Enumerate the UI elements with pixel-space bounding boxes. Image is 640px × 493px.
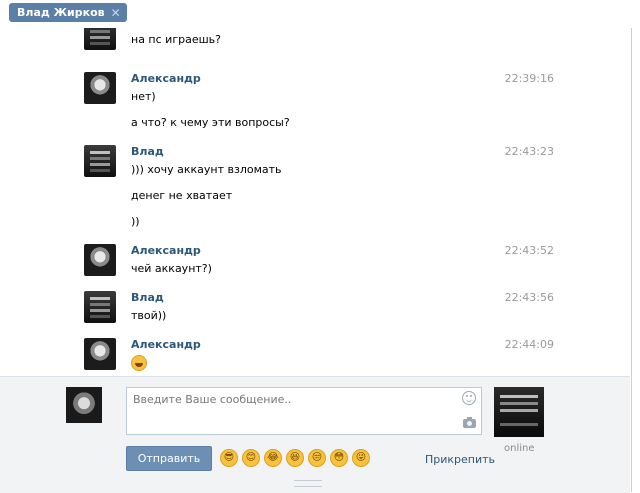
- emoji-cool-icon[interactable]: 😎: [220, 449, 238, 467]
- message: Влад 22:43:56 твой)): [84, 291, 554, 327]
- message-author[interactable]: Александр: [131, 72, 201, 85]
- emoji-wink-tongue-icon[interactable]: 😜: [352, 449, 370, 467]
- message-time: 22:43:52: [504, 244, 554, 257]
- message-input[interactable]: Введите Ваше сообщение..: [126, 387, 482, 435]
- message-text: денег не хватает: [131, 189, 233, 202]
- my-avatar[interactable]: [66, 387, 102, 423]
- message: Александр 22:44:09: [84, 338, 554, 374]
- message-author[interactable]: Александр: [131, 244, 201, 257]
- message-time: 22:43:56: [504, 291, 554, 304]
- smiley-icon[interactable]: [462, 391, 476, 405]
- message-author[interactable]: Влад: [131, 291, 164, 304]
- emoji-tears-of-joy-icon[interactable]: 😂: [264, 449, 282, 467]
- send-button[interactable]: Отправить: [126, 446, 212, 471]
- emoji-laughing-icon[interactable]: 😆: [286, 449, 304, 467]
- avatar[interactable]: [84, 72, 116, 104]
- dialog-tab-title: Влад Жирков: [17, 6, 105, 19]
- message-time: 22:39:16: [504, 72, 554, 85]
- compose-area: Введите Ваше сообщение.. online Отправит…: [0, 376, 630, 493]
- resize-grip[interactable]: [294, 480, 322, 487]
- avatar[interactable]: [84, 291, 116, 323]
- message: Влад 22:43:23 ))) хочу аккаунт взломать …: [84, 145, 554, 228]
- dialog-tab[interactable]: Влад Жирков ✕: [9, 3, 127, 22]
- message-history[interactable]: на пс играешь? Александр 22:39:16 нет) а…: [0, 28, 630, 376]
- message: на пс играешь?: [84, 28, 554, 58]
- message-author[interactable]: Влад: [131, 145, 164, 158]
- peer-online-status: online: [504, 443, 535, 454]
- message-text: ))) хочу аккаунт взломать: [131, 163, 282, 176]
- emoji-unamused-icon[interactable]: 😒: [308, 449, 326, 467]
- emoji-flushed-icon[interactable]: 😳: [330, 449, 348, 467]
- message-time: 22:43:23: [504, 145, 554, 158]
- close-icon[interactable]: ✕: [111, 7, 121, 19]
- attach-link[interactable]: Прикрепить: [425, 453, 495, 466]
- message-text: чей аккаунт?): [131, 262, 212, 275]
- message-text: твой)): [131, 309, 167, 322]
- laughing-emoji-icon: [131, 355, 147, 371]
- message-text: нет): [131, 90, 156, 103]
- avatar[interactable]: [84, 244, 116, 276]
- message-author[interactable]: Александр: [131, 338, 201, 351]
- avatar[interactable]: [84, 28, 116, 50]
- avatar[interactable]: [84, 338, 116, 370]
- message-text: а что? к чему эти вопросы?: [131, 116, 290, 129]
- message: Александр 22:39:16 нет) а что? к чему эт…: [84, 72, 554, 132]
- emoji-smile-icon[interactable]: 😊: [242, 449, 260, 467]
- peer-avatar[interactable]: [494, 387, 544, 437]
- message-text: )): [131, 215, 140, 228]
- message-time: 22:44:09: [504, 338, 554, 351]
- message: Александр 22:43:52 чей аккаунт?): [84, 244, 554, 280]
- top-bar: Влад Жирков ✕: [0, 0, 640, 28]
- camera-icon[interactable]: [463, 417, 476, 428]
- emoji-bar: 😎 😊 😂 😆 😒 😳 😜: [220, 449, 370, 467]
- message-text: на пс играешь?: [131, 33, 221, 46]
- avatar[interactable]: [84, 145, 116, 177]
